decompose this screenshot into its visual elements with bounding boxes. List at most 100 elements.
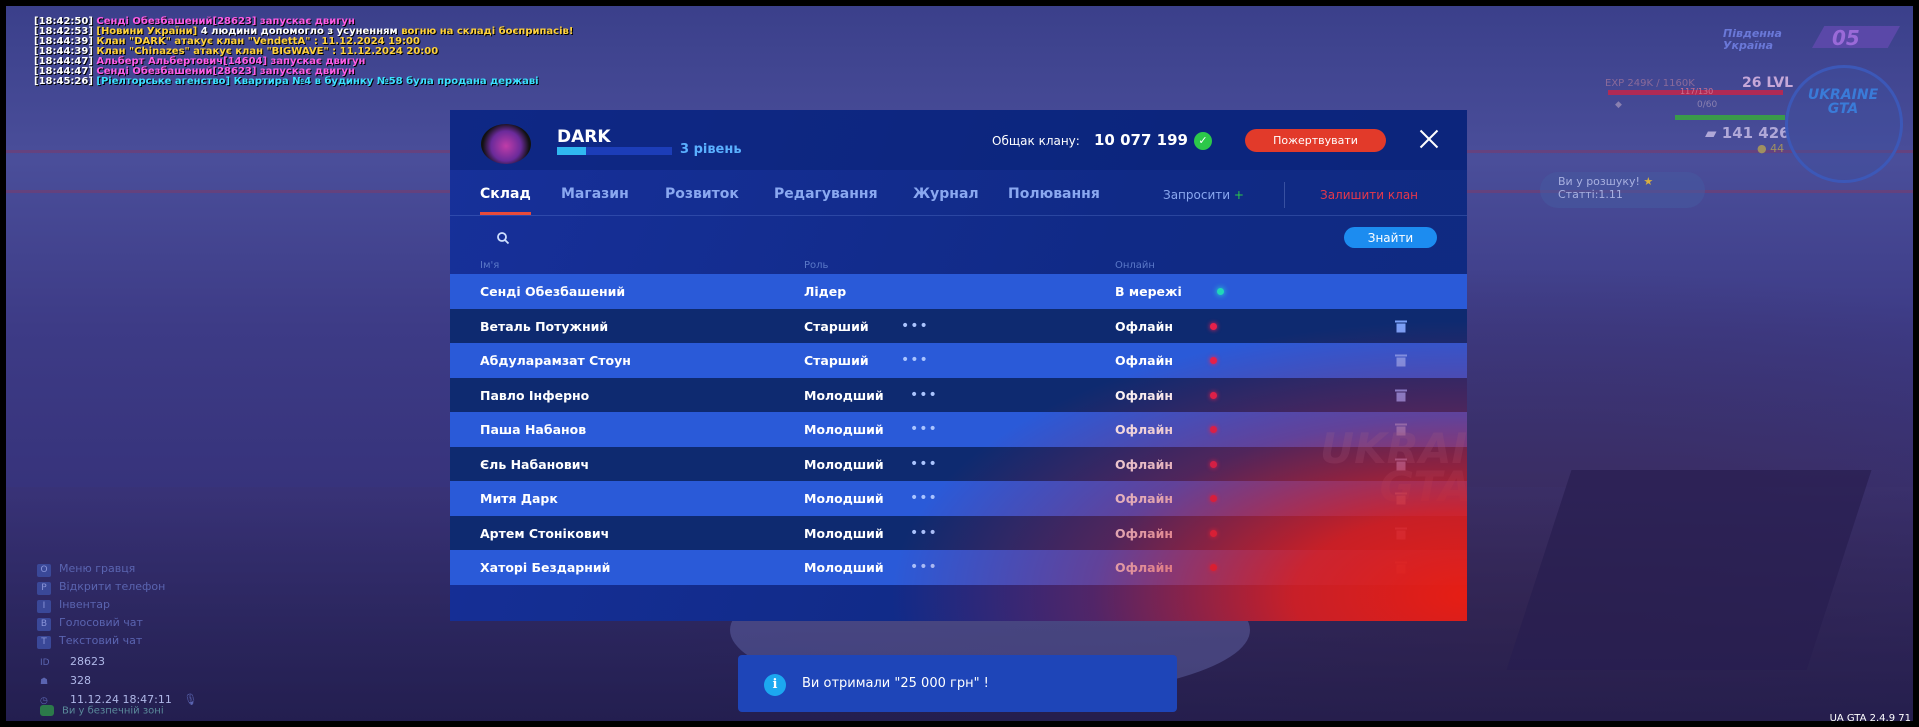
table-row[interactable]: Хаторі Бездарний Молодший ••• Офлайн: [450, 550, 1467, 585]
tab-journal[interactable]: Журнал: [913, 186, 979, 202]
clan-tabs: Склад Магазин Розвиток Редагування Журна…: [450, 172, 1467, 216]
coins-value: 44: [1770, 142, 1785, 155]
role-options-icon[interactable]: •••: [910, 559, 938, 575]
column-header-online: Онлайн: [1115, 260, 1155, 271]
level-text: 26 LVL: [1742, 75, 1794, 91]
role-options-icon[interactable]: •••: [910, 525, 938, 541]
tab-development[interactable]: Розвиток: [665, 186, 739, 202]
find-button[interactable]: Знайти: [1344, 227, 1437, 248]
chat-line: [18:45:26] [Ріелторське агенство] Кварти…: [34, 77, 573, 87]
key-hint: P Відкрити телефон: [37, 578, 165, 596]
online-row: ☗ 328: [40, 672, 197, 691]
role-options-icon[interactable]: •••: [910, 490, 938, 506]
member-name: Хаторі Бездарний: [480, 560, 611, 575]
trash-icon[interactable]: [1394, 457, 1408, 471]
member-status: Офлайн: [1115, 491, 1174, 506]
role-options-icon[interactable]: •••: [910, 387, 938, 403]
chat-log: [18:42:50] Сенді Обезбашений[28623] запу…: [34, 17, 573, 87]
key-badge: P: [37, 582, 51, 595]
table-row[interactable]: Митя Дарк Молодший ••• Офлайн: [450, 481, 1467, 516]
trash-icon[interactable]: [1394, 491, 1408, 505]
table-row[interactable]: Абдуларамзат Стоун Старший ••• Офлайн: [450, 343, 1467, 378]
trash-icon[interactable]: [1394, 388, 1408, 402]
key-hint-label: Голосовий чат: [59, 616, 143, 629]
member-name: Єль Набанович: [480, 456, 590, 472]
member-status: Офлайн: [1115, 353, 1174, 368]
key-badge: I: [37, 600, 51, 613]
search-icon: [497, 232, 510, 245]
invite-button[interactable]: Запросити +: [1163, 188, 1244, 202]
trash-icon[interactable]: [1394, 526, 1408, 540]
table-row[interactable]: Сенді Обезбашений Лідер В мережі: [450, 274, 1467, 309]
trash-icon[interactable]: [1394, 353, 1408, 367]
trash-icon[interactable]: [1394, 422, 1408, 436]
role-options-icon[interactable]: •••: [910, 421, 938, 437]
table-row[interactable]: Артем Стонікович Молодший ••• Офлайн: [450, 515, 1467, 550]
member-name: Веталь Потужний: [480, 318, 609, 334]
hunger-bar: [1675, 115, 1785, 120]
leave-clan-button[interactable]: Залишити клан: [1320, 188, 1418, 202]
tab-editing[interactable]: Редагування: [774, 186, 878, 202]
tab-shop[interactable]: Магазин: [561, 186, 629, 202]
close-icon[interactable]: [1414, 124, 1444, 154]
chat-timestamp: [18:45:26]: [34, 76, 93, 87]
column-header-role: Роль: [804, 260, 829, 271]
offline-dot: [1210, 322, 1217, 330]
member-status: В мережі: [1115, 284, 1182, 299]
tab-hunting[interactable]: Полювання: [1008, 186, 1100, 202]
member-status: Офлайн: [1115, 456, 1174, 472]
key-hint-label: Інвентар: [59, 598, 111, 611]
clan-window: DARK 3 рівень Общак клану: 10 077 199 ✓ …: [450, 110, 1467, 621]
wanted-title: Ви у розшуку! ★: [1558, 175, 1687, 188]
player-id-row: ID 28623: [40, 653, 197, 672]
donate-button[interactable]: Пожертвувати: [1245, 129, 1386, 152]
info-icon: i: [764, 674, 786, 696]
member-status: Офлайн: [1115, 318, 1174, 334]
key-hints: O Меню гравця P Відкрити телефон I Інвентар B Г…: [37, 560, 165, 650]
safe-zone-icon: [40, 705, 54, 716]
microphone-icon: 🎙: [183, 693, 198, 706]
chat-message-part: [Ріелторське агенство] Квартира №4 в буд…: [92, 76, 539, 87]
member-name: Артем Стонікович: [480, 525, 610, 541]
armor-text: 0/60: [1697, 100, 1718, 110]
invite-label: Запросити: [1163, 188, 1231, 202]
minimap-logo-line-2: GTA: [1827, 101, 1859, 117]
key-hint-label: Меню гравця: [59, 562, 136, 575]
star-icon: ★: [1643, 175, 1654, 188]
trash-icon[interactable]: [1394, 560, 1408, 574]
armor-icon: ◆: [1615, 100, 1622, 110]
table-row[interactable]: Паша Набанов Молодший ••• Офлайн: [450, 412, 1467, 447]
members-table: Сенді Обезбашений Лідер В мережі Веталь Пот…: [450, 274, 1467, 585]
member-status: Офлайн: [1115, 422, 1174, 437]
role-options-icon[interactable]: •••: [901, 352, 929, 368]
offline-dot: [1210, 529, 1217, 537]
tab-warehouse[interactable]: Склад: [480, 186, 531, 215]
version-text: UA GTA 2.4.9 71: [1829, 713, 1911, 724]
column-header-name: Ім'я: [480, 260, 500, 271]
member-search-input[interactable]: [520, 226, 1220, 250]
minimap-logo: UKRAINE GTA: [1797, 88, 1889, 116]
key-hint: O Меню гравця: [37, 560, 165, 578]
key-badge: O: [37, 564, 51, 577]
clan-name: DARK: [557, 127, 611, 147]
role-options-icon[interactable]: •••: [910, 456, 938, 472]
money-value: 141 426: [1721, 124, 1790, 142]
key-hint: I Інвентар: [37, 596, 165, 614]
offline-dot: [1210, 426, 1217, 433]
minimap: [1785, 65, 1903, 183]
member-role: Молодший: [804, 560, 884, 575]
offline-dot: [1210, 357, 1217, 364]
clan-bank-value: 10 077 199: [1094, 131, 1188, 149]
member-role: Старший: [804, 353, 869, 368]
member-name: Паша Набанов: [480, 422, 587, 437]
key-badge: B: [37, 618, 51, 631]
offline-dot: [1210, 495, 1217, 502]
role-options-icon[interactable]: •••: [901, 318, 929, 334]
member-name: Павло Інферно: [480, 387, 590, 403]
table-row[interactable]: Павло Інферно Молодший ••• Офлайн: [450, 377, 1467, 412]
safe-zone-text: Ви у безпечній зоні: [62, 705, 164, 717]
table-row[interactable]: Веталь Потужний Старший ••• Офлайн: [450, 308, 1467, 343]
table-row[interactable]: Єль Набанович Молодший ••• Офлайн: [450, 446, 1467, 481]
player-info: ID 28623 ☗ 328 ◷ 11.12.24 18:47:11 🎙: [40, 653, 197, 710]
trash-icon[interactable]: [1394, 319, 1408, 333]
